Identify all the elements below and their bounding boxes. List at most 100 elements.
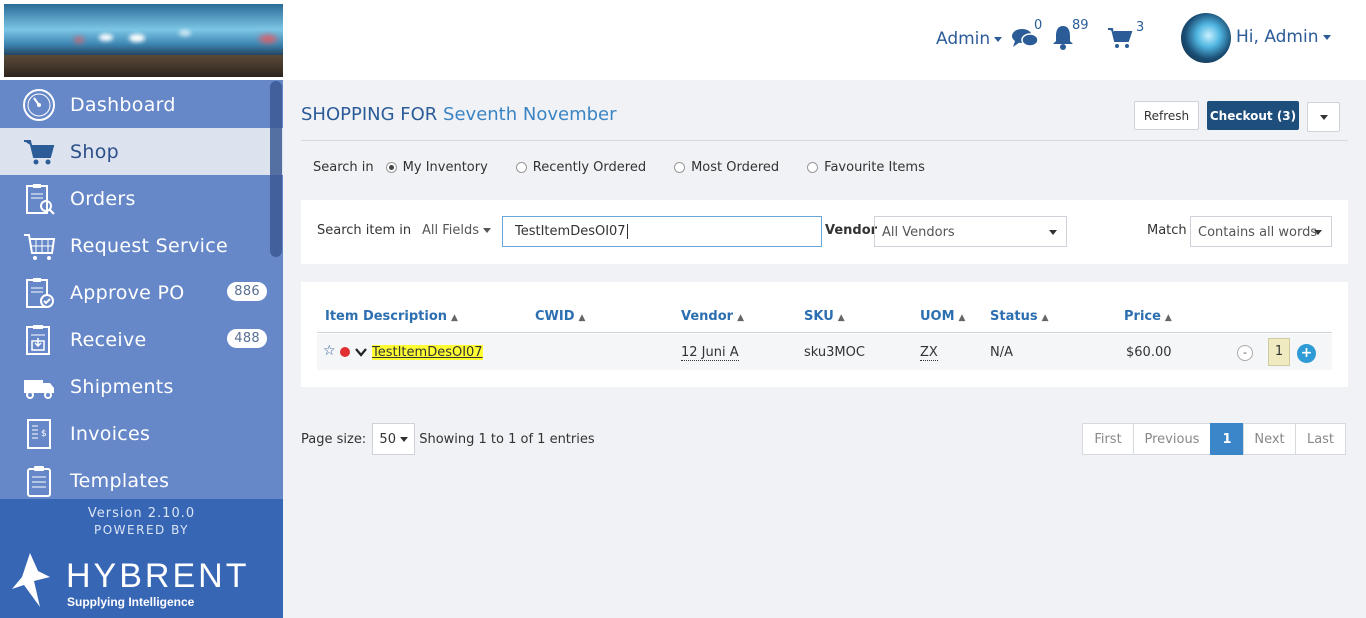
user-menu-dropdown[interactable]: Hi, Admin (1236, 27, 1331, 47)
sort-icon: ▲ (578, 313, 586, 323)
increase-qty-button[interactable]: + (1297, 344, 1316, 363)
previous-page-button[interactable]: Previous (1133, 423, 1211, 455)
sidebar-item-templates[interactable]: Templates (0, 457, 283, 504)
notifications-count: 89 (1072, 18, 1089, 33)
col-status[interactable]: Status ▲ (990, 309, 1048, 324)
sidebar-scrollbar[interactable] (270, 81, 282, 257)
avatar[interactable] (1181, 13, 1231, 63)
uom-cell: ZX (920, 345, 938, 361)
logo-text: HYBRENT (66, 557, 250, 595)
match-select[interactable]: Contains all words (1190, 216, 1332, 247)
col-uom[interactable]: UOM ▲ (920, 309, 965, 324)
col-sku[interactable]: SKU ▲ (804, 309, 845, 324)
vendor-select[interactable]: All Vendors (874, 216, 1067, 247)
search-panel: Search item in All Fields TestItemDesOI0… (301, 200, 1348, 264)
banner-image (4, 4, 283, 77)
sidebar-item-invoices[interactable]: $ Invoices (0, 410, 283, 457)
header-divider (317, 332, 1332, 333)
orders-icon (26, 184, 55, 215)
sidebar-item-label: Shop (70, 140, 119, 163)
col-price[interactable]: Price ▲ (1124, 309, 1172, 324)
search-in-options: Search in My Inventory Recently Ordered … (313, 160, 953, 175)
search-input[interactable]: TestItemDesOI07 (502, 216, 822, 247)
cart-icon (24, 140, 55, 165)
sidebar-item-label: Orders (70, 187, 136, 210)
sidebar-item-label: Request Service (70, 234, 228, 257)
version-text: Version 2.10.0 (87, 506, 196, 521)
status-cell: N/A (990, 345, 1013, 360)
receive-badge: 488 (227, 329, 267, 348)
sidebar-item-label: Invoices (70, 422, 151, 445)
sidebar-item-label: Templates (70, 469, 170, 492)
page-size-label: Page size: (301, 431, 367, 447)
dashboard-icon (23, 89, 55, 121)
item-description-link[interactable]: TestItemDesOI07 (372, 345, 483, 360)
favourite-star-icon[interactable]: ☆ (323, 343, 336, 359)
admin-dropdown[interactable]: Admin (936, 29, 1003, 49)
vendor-cell: 12 Juni A (681, 345, 739, 361)
title-divider (301, 140, 1348, 141)
sort-icon: ▲ (958, 313, 966, 323)
vendor-label: Vendor (825, 223, 878, 238)
search-in-label: Search in (313, 160, 374, 175)
last-page-button[interactable]: Last (1295, 423, 1346, 455)
shopping-for-name: Seventh November (443, 104, 617, 125)
radio-my-inventory[interactable]: My Inventory (385, 160, 488, 175)
sidebar-item-approve-po[interactable]: Approve PO 886 (0, 269, 283, 316)
sidebar-item-orders[interactable]: Orders (0, 175, 283, 222)
quantity-input[interactable]: 1 (1268, 338, 1290, 366)
checkout-button[interactable]: Checkout (3) (1207, 101, 1299, 130)
refresh-button[interactable]: Refresh (1134, 101, 1199, 130)
table-row: ☆ TestItemDesOI07 12 Juni A sku3MOC ZX N… (317, 334, 1332, 370)
checkout-options-button[interactable] (1307, 102, 1340, 132)
cart-icon[interactable] (1107, 27, 1133, 49)
page-size-control: Page size: 50 Showing 1 to 1 of 1 entrie… (301, 423, 595, 455)
sidebar-footer: Version 2.10.0 POWERED BY HYBRENT Supply… (0, 499, 283, 618)
sidebar-item-shop[interactable]: Shop (0, 128, 283, 175)
sort-icon: ▲ (1164, 313, 1172, 323)
receive-icon (26, 325, 50, 355)
sidebar: Dashboard Shop Orders Request Service Ap… (0, 0, 283, 618)
search-item-label: Search item in (317, 223, 412, 238)
radio-favourite-items[interactable]: Favourite Items (807, 160, 925, 175)
powered-by-text: POWERED BY (93, 523, 189, 537)
chevron-down-icon (1319, 114, 1328, 120)
messages-count: 0 (1034, 18, 1043, 33)
sidebar-item-label: Shipments (70, 375, 174, 398)
radio-most-ordered[interactable]: Most Ordered (674, 160, 779, 175)
next-page-button[interactable]: Next (1243, 423, 1296, 455)
page-1-button[interactable]: 1 (1210, 423, 1244, 455)
fields-dropdown[interactable]: All Fields (422, 223, 492, 238)
sidebar-item-receive[interactable]: Receive 488 (0, 316, 283, 363)
pagination: First Previous 1 Next Last (1082, 423, 1346, 455)
sidebar-item-label: Approve PO (70, 281, 185, 304)
items-table: Item Description ▲ CWID ▲ Vendor ▲ SKU ▲ UOM… (301, 282, 1348, 387)
sidebar-item-shipments[interactable]: Shipments (0, 363, 283, 410)
hybrent-logo: HYBRENT Supplying Intelligence (10, 551, 260, 611)
entries-summary: Showing 1 to 1 of 1 entries (419, 431, 595, 447)
sidebar-item-request-service[interactable]: Request Service (0, 222, 283, 269)
decrease-qty-button[interactable]: - (1237, 345, 1253, 361)
col-cwid[interactable]: CWID ▲ (535, 309, 585, 324)
truck-icon (24, 380, 54, 399)
radio-recently-ordered[interactable]: Recently Ordered (515, 160, 646, 175)
logo-tagline: Supplying Intelligence (67, 595, 195, 609)
request-service-icon (24, 234, 56, 260)
top-header: Admin 0 89 3 Hi, Admin (283, 0, 1366, 80)
bird-logo-icon (12, 553, 50, 607)
sort-icon: ▲ (1041, 313, 1049, 323)
sidebar-menu: Dashboard Shop Orders Request Service Ap… (0, 81, 283, 504)
sort-icon: ▲ (737, 313, 744, 323)
col-vendor[interactable]: Vendor ▲ (681, 309, 744, 324)
templates-icon (27, 466, 51, 497)
page-title: SHOPPING FOR Seventh November (301, 104, 617, 125)
sidebar-item-label: Dashboard (70, 93, 176, 116)
sort-icon: ▲ (451, 313, 458, 323)
sidebar-item-dashboard[interactable]: Dashboard (0, 81, 283, 128)
page-size-select[interactable]: 50 (372, 423, 416, 455)
first-page-button[interactable]: First (1082, 423, 1134, 455)
chevron-down-icon[interactable] (355, 348, 367, 357)
col-item-description[interactable]: Item Description ▲ (325, 309, 458, 324)
cart-count: 3 (1136, 20, 1145, 35)
sort-icon: ▲ (837, 313, 845, 323)
